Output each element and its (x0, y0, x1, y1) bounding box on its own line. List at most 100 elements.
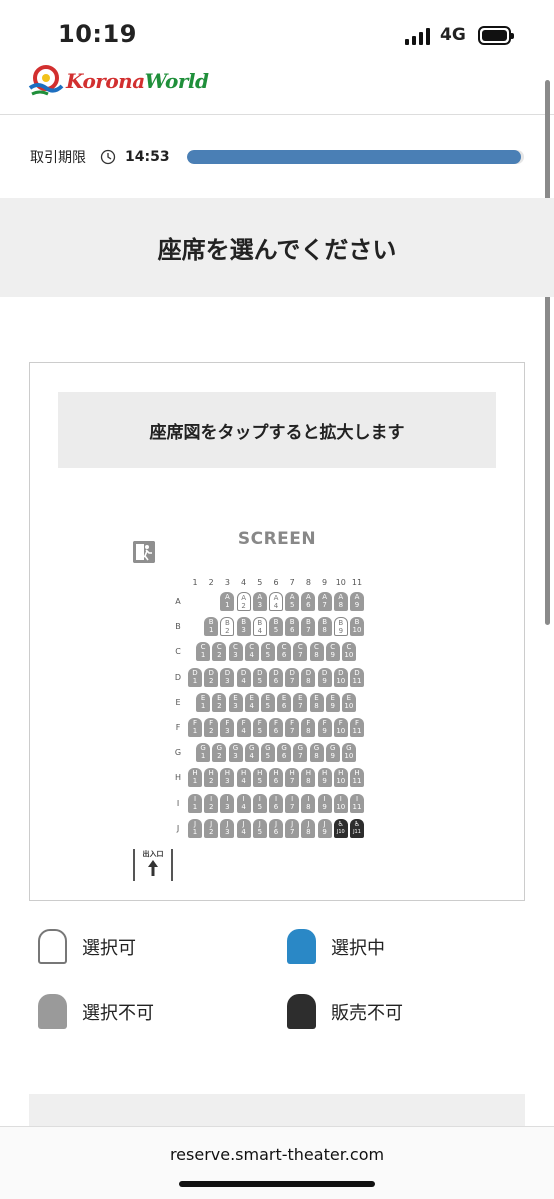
row-label: B (175, 622, 181, 632)
seat-A-2[interactable]: A2 (236, 592, 251, 611)
seat-E-4: E4 (244, 692, 259, 712)
column-number: 10 (335, 578, 346, 587)
seat-F-5: F5 (252, 718, 267, 737)
column-number: 6 (273, 578, 279, 587)
legend-selected-label: 選択中 (331, 937, 385, 959)
screen-label: SCREEN (237, 529, 317, 549)
seat-I-5: I5 (252, 793, 267, 813)
entrance-label: 出入口 (142, 850, 164, 858)
seat-E-8: E8 (309, 692, 324, 712)
seat-J-5: J5 (252, 818, 267, 838)
seat-C-7: C7 (293, 642, 308, 662)
seat-C-10: C 10 (341, 642, 356, 662)
seat-A-9: A9 (350, 592, 364, 611)
seat-F-10: F 10 (333, 718, 348, 737)
seat-I-4: I4 (236, 793, 251, 813)
seat-B-4[interactable]: B4 (252, 617, 267, 637)
row-label: E (175, 697, 181, 707)
seat-H-8: H8 (301, 768, 316, 788)
seat-B-1: B1 (204, 617, 219, 637)
seat-B-10: B 10 (350, 617, 364, 637)
browser-url-bar[interactable]: reserve.smart-theater.com (0, 1126, 554, 1199)
seat-A-8: A8 (333, 592, 348, 611)
seat-J-8: J8 (301, 818, 316, 838)
seat-E-9: E9 (325, 692, 340, 712)
seat-H-3: H3 (220, 768, 235, 788)
row-label: D (174, 672, 182, 682)
seat-J-6: J6 (269, 818, 283, 838)
legend-selected: 選択中 (287, 929, 385, 964)
seat-I-9: I9 (317, 793, 332, 813)
status-time: 10:19 (58, 20, 137, 48)
deadline-progress-fill (187, 150, 521, 164)
seat-A-6: A6 (301, 592, 316, 611)
tap-to-zoom-hint[interactable]: 座席図をタップすると拡大します (58, 392, 496, 468)
seat-D-2: D2 (204, 667, 219, 687)
seat-I-1: I1 (188, 793, 202, 813)
seat-D-4: D4 (236, 667, 251, 687)
home-indicator[interactable] (179, 1181, 375, 1187)
column-number: 3 (224, 578, 230, 587)
seat-B-8: B8 (317, 617, 332, 637)
seat-J-11: ♿ J11 (350, 818, 364, 838)
seat-B-9[interactable]: B9 (333, 617, 348, 637)
seat-H-4: H4 (236, 768, 251, 788)
logo-text-suffix: World (144, 69, 209, 93)
seat-B-5: B5 (269, 617, 283, 637)
seat-E-10: E 10 (341, 692, 356, 712)
seat-D-11: D 11 (350, 667, 364, 687)
seat-E-3: E3 (228, 692, 243, 712)
column-number: 9 (322, 578, 328, 587)
seat-J-9: J9 (317, 818, 332, 838)
row-label: F (175, 723, 181, 732)
seat-C-5: C5 (260, 642, 275, 662)
legend-available: 選択可 (38, 929, 136, 964)
clock-icon (100, 149, 116, 165)
seat-C-3: C3 (228, 642, 243, 662)
seat-A-4[interactable]: A4 (269, 592, 283, 611)
page-title: 座席を選んでください (157, 236, 397, 264)
seat-H-2: H2 (204, 768, 219, 788)
seat-E-6: E6 (277, 692, 292, 712)
header-divider (0, 114, 554, 115)
seat-I-8: I8 (301, 793, 316, 813)
seat-G-3: G3 (228, 743, 243, 763)
seat-C-6: C6 (277, 642, 292, 662)
seat-F-1: F1 (188, 718, 202, 737)
seat-C-1: C1 (196, 642, 211, 662)
seat-H-7: H7 (285, 768, 300, 788)
seat-G-2: G2 (212, 743, 227, 763)
seat-F-4: F4 (236, 718, 251, 737)
seat-G-4: G4 (244, 743, 259, 763)
entrance-marker: 出入口 (133, 849, 173, 881)
url-text[interactable]: reserve.smart-theater.com (0, 1145, 554, 1164)
seat-G-8: G8 (309, 743, 324, 763)
column-number: 8 (305, 578, 311, 587)
heading-band: 座席を選んでください (0, 198, 554, 297)
seat-G-5: G5 (260, 743, 275, 763)
column-number: 1 (192, 578, 198, 587)
battery-icon (478, 26, 514, 45)
seat-B-3: B3 (236, 617, 251, 637)
seat-I-3: I3 (220, 793, 235, 813)
seat-G-7: G7 (293, 743, 308, 763)
seat-D-9: D9 (317, 667, 332, 687)
seat-J-2: J2 (204, 818, 219, 838)
page-scrollbar[interactable] (545, 80, 550, 625)
selected-seat-icon (287, 929, 316, 964)
seat-I-11: I 11 (350, 793, 364, 813)
logo-mark-icon (28, 65, 64, 96)
seat-C-9: C9 (325, 642, 340, 662)
seat-map-panel[interactable]: 座席図をタップすると拡大します SCREEN 1 2 3 4 5 6 7 8 9 10 11 A A1… (29, 362, 525, 901)
row-label: C (175, 647, 181, 657)
seat-D-8: D8 (301, 667, 316, 687)
seat-H-10: H 10 (333, 768, 348, 788)
seat-B-2[interactable]: B2 (220, 617, 235, 637)
transaction-deadline: 取引期限 14:53 (30, 146, 530, 168)
seat-F-7: F7 (285, 718, 300, 737)
not-for-sale-seat-icon (287, 994, 316, 1029)
row-label: H (174, 773, 181, 783)
korona-world-logo[interactable]: KoronaWorld (28, 64, 209, 98)
column-number: 4 (241, 578, 247, 587)
seat-F-3: F3 (220, 718, 235, 737)
